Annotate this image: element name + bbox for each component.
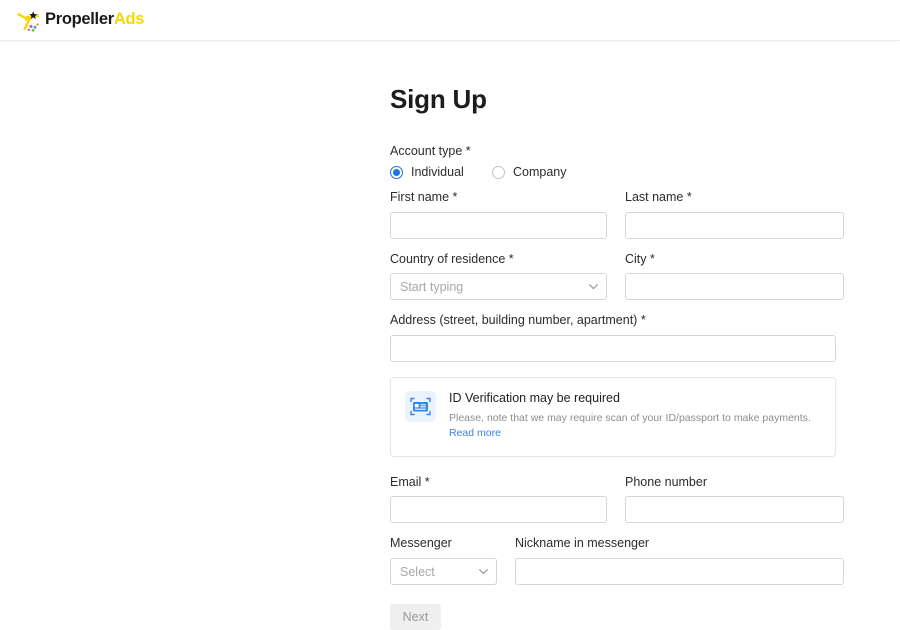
brand-name-primary: Propeller: [45, 9, 114, 28]
city-input[interactable]: [625, 273, 844, 301]
last-name-field: Last name *: [625, 190, 844, 239]
radio-account-type-company[interactable]: Company: [492, 165, 567, 179]
email-label: Email *: [390, 474, 430, 489]
phone-field: Phone number: [625, 475, 844, 524]
read-more-link[interactable]: Read more: [449, 427, 501, 439]
country-input[interactable]: [390, 273, 607, 301]
first-name-field: First name *: [390, 190, 607, 239]
nickname-field: Nickname in messenger: [515, 536, 844, 586]
radio-label-company: Company: [513, 165, 567, 180]
radio-label-individual: Individual: [411, 165, 464, 180]
email-input[interactable]: [390, 496, 607, 524]
nickname-input[interactable]: [515, 558, 844, 586]
account-type-label: Account type *: [390, 143, 471, 158]
propeller-pinwheel-icon: [14, 5, 44, 35]
next-button[interactable]: Next: [390, 604, 441, 630]
nickname-label: Nickname in messenger: [515, 536, 650, 551]
messenger-select-wrap: [390, 558, 497, 586]
phone-input[interactable]: [625, 496, 844, 524]
country-select-wrap: [390, 273, 607, 301]
address-label: Address (street, building number, apartm…: [390, 313, 646, 328]
email-field: Email *: [390, 475, 607, 524]
first-name-input[interactable]: [390, 211, 607, 239]
brand-logo[interactable]: PropellerAds: [14, 3, 144, 37]
account-type-group: Account type * Individual Company: [390, 143, 836, 179]
last-name-input[interactable]: [625, 211, 844, 239]
radio-dot-individual: [390, 165, 403, 179]
messenger-field: Messenger: [390, 536, 497, 586]
address-field: Address (street, building number, apartm…: [390, 313, 836, 363]
first-name-label: First name *: [390, 190, 458, 205]
notice-body: ID Verification may be required Please, …: [449, 391, 821, 442]
signup-form: Sign Up Account type * Individual Compan…: [390, 84, 844, 630]
city-field: City *: [625, 252, 844, 301]
site-header: PropellerAds: [0, 0, 900, 41]
account-type-options: Individual Company: [390, 165, 836, 179]
phone-label: Phone number: [625, 474, 708, 489]
messenger-row: Messenger Nickname in messenger: [390, 536, 844, 586]
brand-name-accent: Ads: [113, 9, 145, 28]
id-card-scan-icon: [405, 391, 436, 423]
radio-account-type-individual[interactable]: Individual: [390, 165, 492, 179]
address-row: Address (street, building number, apartm…: [390, 313, 836, 363]
radio-dot-company: [492, 165, 505, 179]
name-row: First name * Last name *: [390, 190, 844, 239]
country-field: Country of residence *: [390, 252, 607, 301]
id-verification-notice: ID Verification may be required Please, …: [390, 377, 836, 457]
page-title: Sign Up: [390, 84, 487, 114]
notice-text: Please, note that we may require scan of…: [449, 411, 821, 442]
location-row: Country of residence * City *: [390, 252, 844, 301]
city-label: City *: [625, 251, 655, 266]
messenger-select[interactable]: [390, 558, 497, 586]
contact-row: Email * Phone number: [390, 475, 844, 524]
notice-title: ID Verification may be required: [449, 391, 620, 406]
brand-wordmark: PropellerAds: [45, 11, 144, 28]
last-name-label: Last name *: [625, 190, 692, 205]
notice-text-body: Please, note that we may require scan of…: [449, 411, 811, 424]
address-input[interactable]: [390, 335, 836, 363]
messenger-label: Messenger: [390, 536, 452, 551]
country-label: Country of residence *: [390, 251, 514, 266]
page-body: Sign Up Account type * Individual Compan…: [0, 41, 900, 630]
